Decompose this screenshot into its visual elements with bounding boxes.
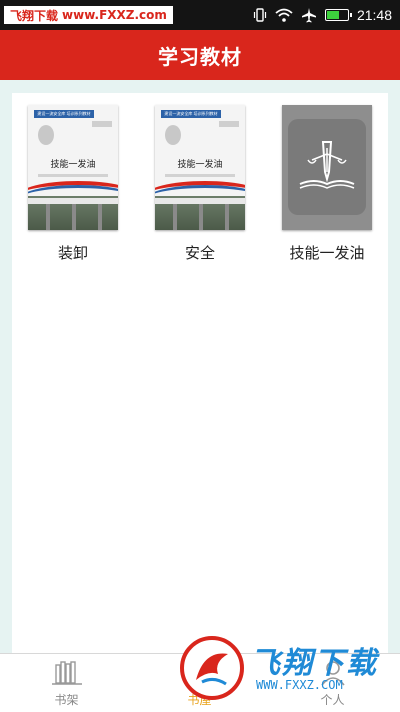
book-item[interactable]: 建设一流安全库 培训系列教材 技能一发油 安全 [155, 105, 245, 263]
nav-label: 书架 [54, 693, 79, 707]
book-label[interactable]: 安全 [155, 242, 245, 263]
watermark-banner: 飞翔下载 www.FXXZ.com [4, 6, 173, 24]
sinopec-logo-icon [38, 125, 54, 145]
watermark-url: WWW.FXXZ.COM [256, 678, 343, 692]
watermark-brand: 飞翔下载 [250, 646, 378, 681]
cover-title: 技能一发油 [177, 160, 223, 170]
watermark-site-name: 飞翔下载 [10, 8, 59, 23]
nav-bookshelf[interactable]: 书架 [0, 654, 133, 712]
airplane-icon [301, 7, 317, 23]
cover-title: 技能一发油 [50, 160, 96, 170]
cover-series-band: 建设一流安全库 培训系列教材 [34, 110, 94, 118]
watermark-url: www.FXXZ.com [62, 8, 167, 22]
bookshelf-icon [51, 661, 82, 685]
wifi-icon [275, 8, 293, 22]
vibrate-icon [253, 8, 267, 22]
book-cover[interactable]: 建设一流安全库 培训系列教材 技能一发油 [28, 105, 118, 230]
book-label[interactable]: 技能一发油 [282, 242, 372, 263]
book-label[interactable]: 装卸 [28, 242, 118, 263]
app-header: 学习教材 [0, 30, 400, 80]
book-item[interactable]: 建设一流安全库 培训系列教材 技能一发油 装卸 [28, 105, 118, 263]
status-time: 21:48 [356, 7, 392, 23]
sinopec-logo-icon [165, 125, 181, 145]
book-grid: 建设一流安全库 培训系列教材 技能一发油 装卸 建设一流安全库 培训系列教材 技… [12, 93, 388, 653]
cover-series-band: 建设一流安全库 培训系列教材 [161, 110, 221, 118]
book-pen-icon [299, 141, 355, 189]
watermark-logo-icon [180, 636, 244, 700]
battery-icon [324, 9, 352, 21]
book-cover[interactable]: 建设一流安全库 培训系列教材 技能一发油 [155, 105, 245, 230]
book-cover[interactable] [282, 105, 372, 230]
status-bar: 飞翔下载 www.FXXZ.com 21:48 [0, 0, 400, 30]
page-title: 学习教材 [158, 44, 242, 69]
book-item[interactable]: 技能一发油 [282, 105, 372, 263]
watermark-overlay: 飞翔下载 WWW.FXXZ.COM [180, 636, 395, 702]
